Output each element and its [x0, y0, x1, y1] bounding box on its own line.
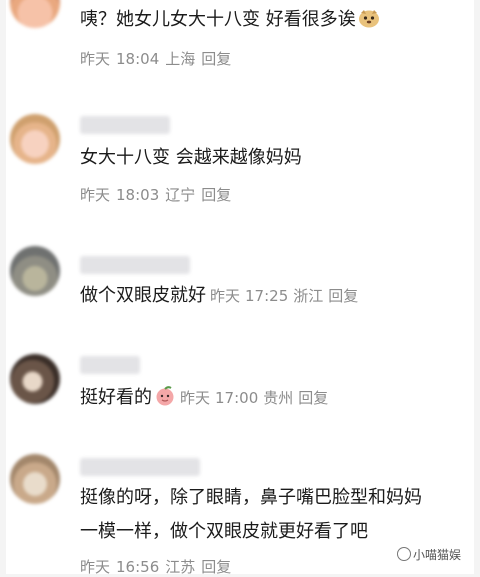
watermark: 小喵猫娱 — [393, 545, 464, 564]
avatar[interactable] — [10, 454, 60, 504]
reply-button[interactable]: 回复 — [201, 50, 231, 68]
comment-text: 咦？她女儿女大十八变 好看很多诶 — [80, 4, 380, 36]
username[interactable] — [80, 356, 140, 374]
comment-meta: 昨天 17:00 贵州 回复 — [180, 389, 329, 407]
reply-button[interactable]: 回复 — [328, 287, 358, 305]
reply-button[interactable]: 回复 — [201, 558, 231, 576]
watermark-icon — [396, 547, 411, 561]
avatar[interactable] — [10, 246, 60, 296]
avatar[interactable] — [10, 0, 60, 28]
username[interactable] — [80, 116, 170, 134]
comment-item: 做个双眼皮就好 昨天 17:25 浙江 回复 — [6, 236, 474, 332]
comment-text: 挺好看的 昨天 17:00 贵州 回复 — [80, 382, 333, 414]
comment-item: 女大十八变 会越来越像妈妈 昨天 18:03 辽宁 回复 — [6, 100, 474, 220]
username[interactable] — [80, 256, 190, 274]
avatar[interactable] — [10, 354, 60, 404]
comment-text: 女大十八变 会越来越像妈妈 — [80, 147, 302, 168]
username[interactable] — [80, 458, 200, 476]
comment-meta: 昨天 18:04 上海 回复 — [80, 50, 232, 68]
peach-face-icon — [156, 386, 174, 406]
comment-list: 咦？她女儿女大十八变 好看很多诶 昨天 18:04 上海 回复 女大十八变 会越来越像… — [6, 0, 474, 576]
reply-button[interactable]: 回复 — [298, 389, 328, 407]
comment-text: 一模一样，做个双眼皮就更好看了吧 — [80, 521, 368, 542]
reply-button[interactable]: 回复 — [201, 186, 231, 204]
comment-text: 挺像的呀，除了眼睛，鼻子嘴巴脸型和妈妈 — [80, 487, 422, 508]
comment-text: 做个双眼皮就好 昨天 17:25 浙江 回复 — [80, 280, 363, 312]
avatar[interactable] — [10, 114, 60, 164]
dog-face-icon — [358, 10, 379, 28]
comment-meta: 昨天 17:25 浙江 回复 — [210, 287, 359, 305]
comment-meta: 昨天 18:03 辽宁 回复 — [80, 186, 232, 204]
comment-item: 挺好看的 昨天 17:00 贵州 回复 — [6, 346, 474, 438]
comment-item: 咦？她女儿女大十八变 好看很多诶 昨天 18:04 上海 回复 — [6, 0, 474, 72]
